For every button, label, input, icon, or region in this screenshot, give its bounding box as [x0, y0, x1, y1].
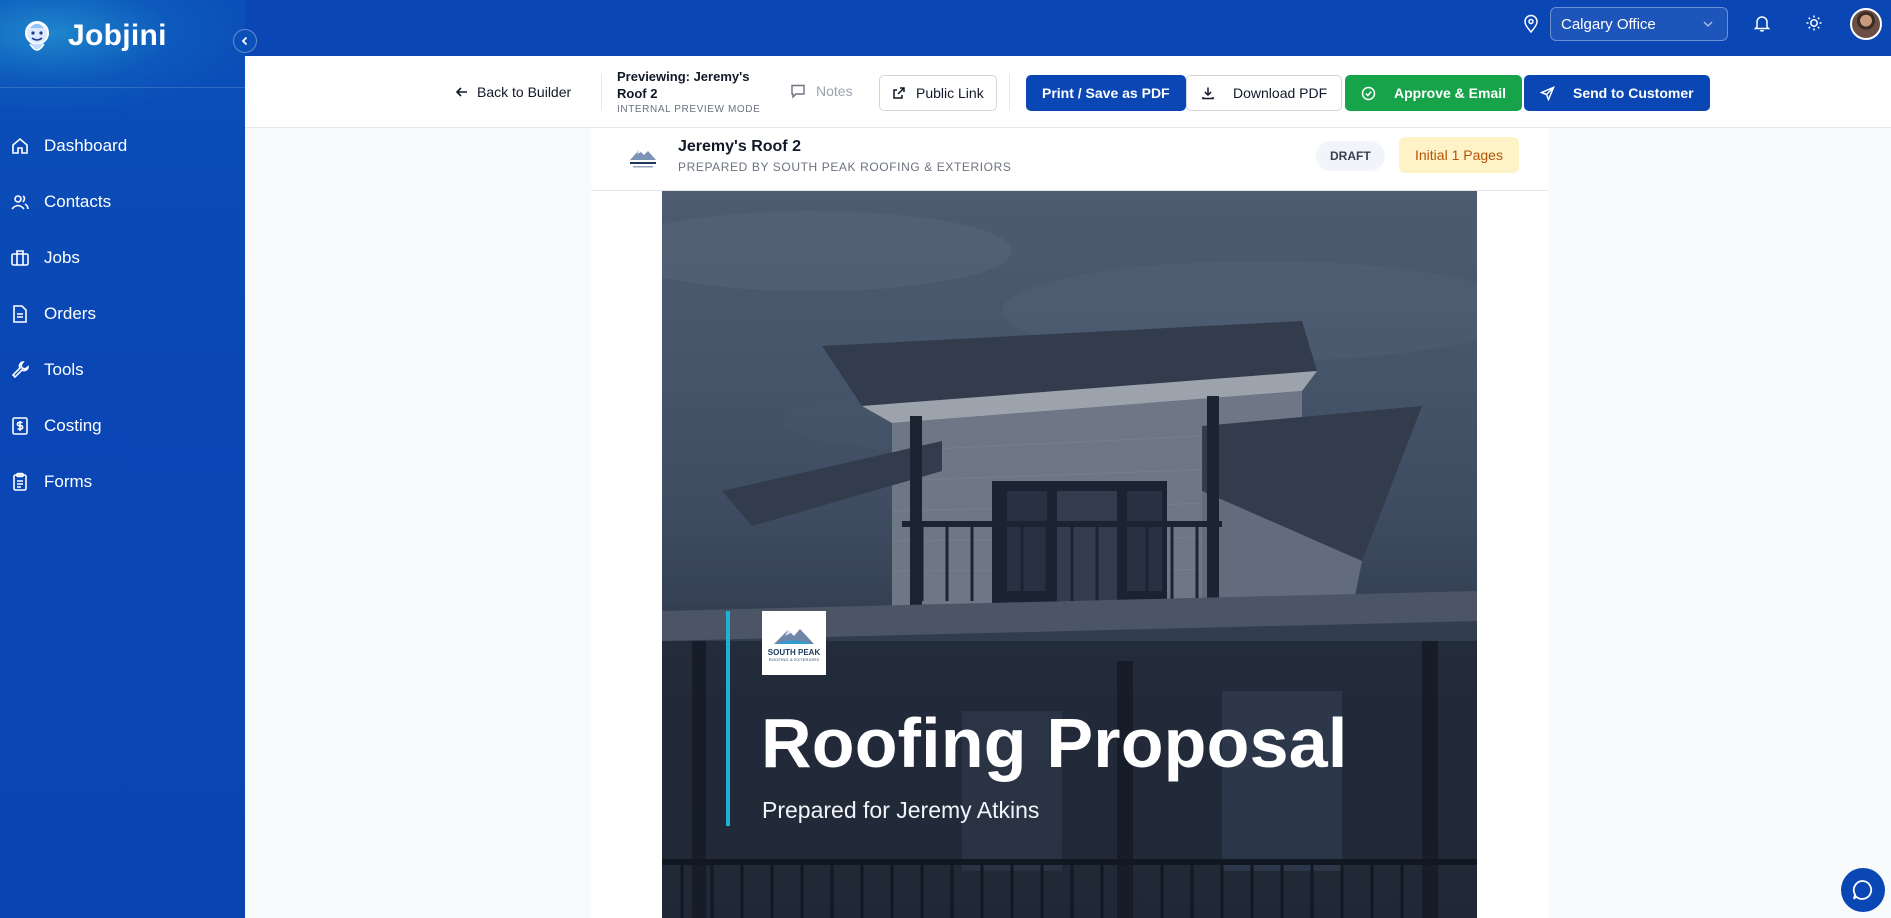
sidebar-item-orders[interactable]: Orders	[0, 286, 245, 342]
sidebar-item-contacts[interactable]: Contacts	[0, 174, 245, 230]
back-to-builder-label: Back to Builder	[477, 84, 572, 100]
download-pdf-label: Download PDF	[1233, 85, 1328, 101]
chevron-left-icon	[241, 36, 248, 46]
sidebar-item-dashboard[interactable]: Dashboard	[0, 118, 245, 174]
notification-bell-icon[interactable]	[1753, 14, 1771, 32]
theme-toggle-sun-icon[interactable]	[1805, 14, 1823, 32]
sidebar-item-jobs[interactable]: Jobs	[0, 230, 245, 286]
chat-bubble-icon	[1852, 880, 1873, 900]
cover-subtitle: Prepared for Jeremy Atkins	[762, 797, 1040, 823]
user-avatar[interactable]	[1850, 8, 1882, 40]
public-link-label: Public Link	[916, 85, 984, 101]
arrow-left-icon	[455, 87, 467, 97]
briefcase-icon	[11, 250, 29, 266]
status-badge: DRAFT	[1316, 141, 1385, 171]
notes-label: Notes	[816, 83, 853, 99]
app-name: Jobjini	[68, 19, 167, 52]
external-link-icon	[893, 87, 905, 99]
chat-button[interactable]	[1841, 868, 1885, 912]
send-to-customer-label: Send to Customer	[1573, 85, 1694, 101]
users-icon	[11, 195, 29, 210]
brand[interactable]: Jobjini	[20, 16, 167, 56]
genie-logo-icon	[25, 21, 49, 51]
cover-logo-text: SOUTH PEAK	[767, 648, 821, 657]
approve-email-label: Approve & Email	[1394, 85, 1507, 101]
collapse-sidebar-button[interactable]	[233, 29, 257, 53]
comment-icon	[791, 84, 805, 99]
toolbar-divider	[601, 74, 602, 110]
public-link-button[interactable]: Public Link	[879, 75, 997, 111]
home-icon	[12, 137, 28, 154]
notes-button[interactable]: Notes	[790, 83, 853, 99]
send-to-customer-button[interactable]: Send to Customer	[1524, 75, 1710, 111]
back-to-builder-button[interactable]: Back to Builder	[455, 84, 571, 100]
document-icon	[13, 305, 27, 323]
location-pin-icon	[1524, 14, 1538, 34]
preview-toolbar: Back to Builder Previewing: Jeremy's Roo…	[245, 56, 1891, 128]
chevron-down-icon	[1703, 21, 1713, 28]
cover-logo-subtext: ROOFING & EXTERIORS	[768, 657, 820, 662]
sidebar-item-label: Dashboard	[44, 136, 128, 155]
preview-title: Previewing: Jeremy's Roof 2	[617, 69, 750, 101]
clipboard-icon	[13, 472, 27, 491]
sidebar-item-label: Orders	[44, 304, 96, 323]
send-icon	[1540, 85, 1555, 101]
sidebar: Jobjini Dashboard Contacts Jobs Orders T…	[0, 0, 245, 918]
sidebar-item-label: Tools	[44, 360, 84, 379]
check-circle-icon	[1361, 86, 1376, 100]
print-save-pdf-button[interactable]: Print / Save as PDF	[1026, 75, 1186, 111]
cover-page: SOUTH PEAK ROOFING & EXTERIORS Roofing P…	[662, 191, 1477, 918]
sidebar-nav: Dashboard Contacts Jobs Orders Tools Cos…	[0, 118, 245, 510]
download-icon	[1202, 87, 1214, 100]
sidebar-item-forms[interactable]: Forms	[0, 454, 245, 510]
preview-mode-label: INTERNAL PREVIEW MODE	[617, 104, 761, 115]
mountain-logo-icon	[774, 629, 814, 644]
sidebar-item-label: Forms	[44, 472, 93, 491]
sidebar-item-label: Costing	[44, 416, 102, 435]
document-title: Jeremy's Roof 2	[678, 138, 801, 155]
office-select[interactable]: Calgary Office	[1550, 7, 1728, 41]
sidebar-item-tools[interactable]: Tools	[0, 342, 245, 398]
company-logo-icon	[630, 150, 656, 168]
dollar-icon	[12, 417, 28, 435]
sidebar-divider	[0, 87, 245, 88]
approve-email-button[interactable]: Approve & Email	[1345, 75, 1523, 111]
sidebar-item-costing[interactable]: Costing	[0, 398, 245, 454]
sidebar-item-label: Jobs	[44, 248, 80, 267]
download-pdf-button[interactable]: Download PDF	[1186, 75, 1343, 111]
office-select-value: Calgary Office	[1561, 15, 1656, 33]
cover-title: Roofing Proposal	[761, 704, 1348, 782]
document-header: Jeremy's Roof 2 PREPARED BY SOUTH PEAK R…	[591, 128, 1548, 191]
cover-company-logo: SOUTH PEAK ROOFING & EXTERIORS	[762, 611, 826, 675]
print-save-pdf-label: Print / Save as PDF	[1042, 85, 1170, 101]
wrench-icon	[11, 361, 29, 379]
sidebar-item-label: Contacts	[44, 192, 112, 211]
pages-badge: Initial 1 Pages	[1399, 137, 1519, 173]
document-subtitle: PREPARED BY SOUTH PEAK ROOFING & EXTERIO…	[678, 160, 1012, 174]
cover-accent-bar	[726, 611, 730, 826]
toolbar-divider	[1009, 74, 1010, 110]
